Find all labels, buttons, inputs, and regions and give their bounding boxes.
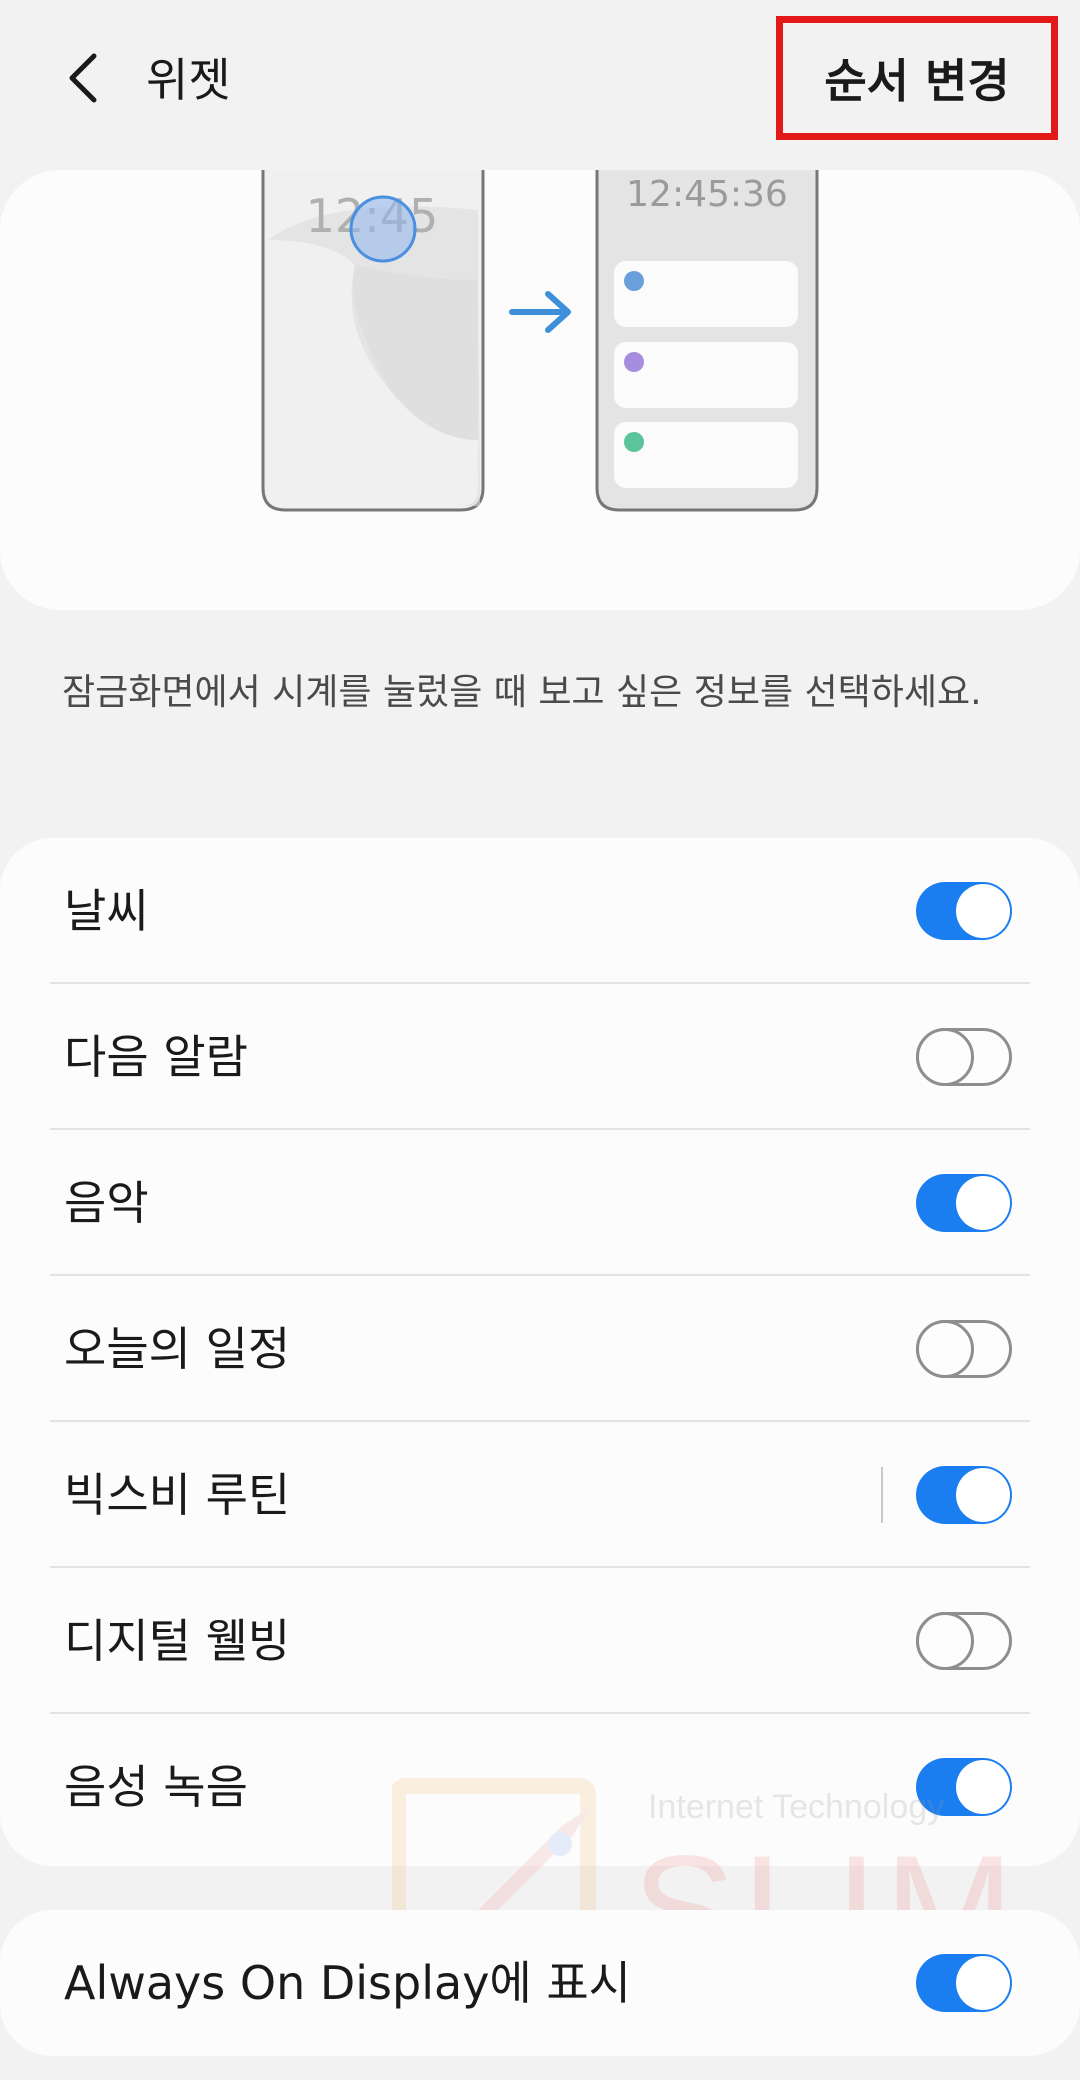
list-item-label: 다음 알람 [64, 1030, 248, 1084]
list-item-label: 음악 [64, 1176, 149, 1230]
widget-card-3 [614, 422, 798, 488]
back-arrow-icon [69, 53, 97, 103]
toggle-knob [916, 1028, 974, 1086]
reorder-button-label: 순서 변경 [824, 54, 1010, 108]
widget-dot-3 [624, 432, 644, 452]
list-item-label: 빅스비 루틴 [64, 1468, 291, 1522]
widget-phone: 12:45:36 [595, 170, 819, 512]
vertical-divider [881, 1467, 883, 1523]
toggle-knob [916, 1612, 974, 1670]
header-bar: 위젯 순서 변경 [0, 0, 1080, 160]
reorder-button[interactable]: 순서 변경 [776, 16, 1058, 140]
toggle-knob [956, 1176, 1010, 1230]
list-item-weather[interactable]: 날씨 [0, 838, 1080, 984]
list-item-label: 오늘의 일정 [64, 1322, 291, 1376]
list-item-voice-recorder[interactable]: 음성 녹음 [0, 1714, 1080, 1860]
aod-toggle[interactable] [916, 1954, 1012, 2012]
lockscreen-widget-illustration: 12:45 12:45:36 [261, 170, 819, 512]
aod-label: Always On Display에 표시 [64, 1956, 631, 2010]
weather-toggle[interactable] [916, 882, 1012, 940]
list-item-next-alarm[interactable]: 다음 알람 [0, 984, 1080, 1130]
transition-arrow-icon [509, 291, 571, 333]
toggle-knob [956, 1956, 1010, 2010]
widget-list: 날씨 다음 알람 음악 오늘의 일정 빅스비 루틴 디지털 웰빙 음성 녹음 [0, 838, 1080, 1866]
widget-clock-text: 12:45:36 [626, 174, 788, 215]
next-alarm-toggle[interactable] [916, 1028, 1012, 1086]
list-item-label: 디지털 웰빙 [64, 1614, 291, 1668]
voice-recorder-toggle[interactable] [916, 1758, 1012, 1816]
back-button[interactable] [58, 48, 118, 108]
toggle-knob [956, 884, 1010, 938]
toggle-knob [956, 1760, 1010, 1814]
bixby-routines-toggle[interactable] [916, 1466, 1012, 1524]
music-toggle[interactable] [916, 1174, 1012, 1232]
list-item-label: 음성 녹음 [64, 1760, 248, 1814]
widget-dot-1 [624, 271, 644, 291]
today-schedule-toggle[interactable] [916, 1320, 1012, 1378]
lockscreen-phone: 12:45 [261, 170, 485, 512]
tap-indicator [349, 195, 417, 263]
list-item-digital-wellbeing[interactable]: 디지털 웰빙 [0, 1568, 1080, 1714]
list-item-label: 날씨 [64, 884, 149, 938]
page-title: 위젯 [146, 53, 231, 107]
digital-wellbeing-toggle[interactable] [916, 1612, 1012, 1670]
list-item-music[interactable]: 음악 [0, 1130, 1080, 1276]
toggle-knob [916, 1320, 974, 1378]
widget-description: 잠금화면에서 시계를 눌렀을 때 보고 싶은 정보를 선택하세요. [62, 672, 982, 713]
list-item-today-schedule[interactable]: 오늘의 일정 [0, 1276, 1080, 1422]
list-item-bixby-routines[interactable]: 빅스비 루틴 [0, 1422, 1080, 1568]
widget-dot-2 [624, 352, 644, 372]
toggle-knob [956, 1468, 1010, 1522]
illustration-card: 12:45 12:45:36 [0, 170, 1080, 610]
widget-card-1 [614, 261, 798, 327]
aod-setting-card[interactable]: Always On Display에 표시 [0, 1910, 1080, 2056]
widget-card-2 [614, 342, 798, 408]
